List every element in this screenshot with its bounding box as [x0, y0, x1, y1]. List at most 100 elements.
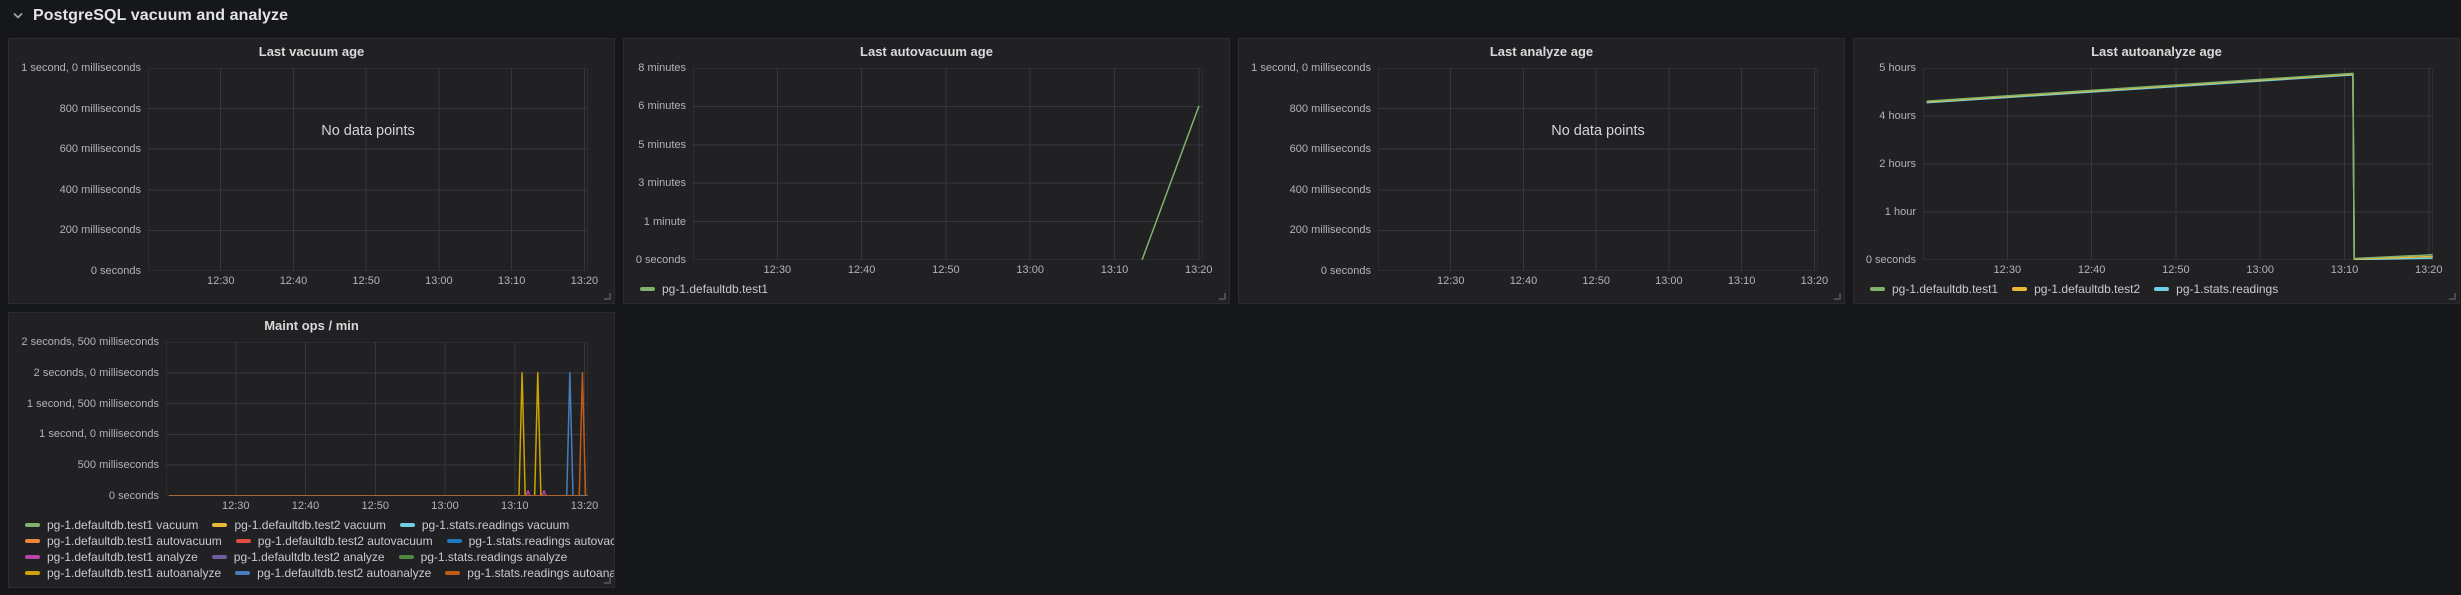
legend-item-pg-1-defaultdb-test2[interactable]: pg-1.defaultdb.test2: [2012, 282, 2140, 296]
legend-item-pg-1-defaultdb-test2-autoanalyze[interactable]: pg-1.defaultdb.test2 autoanalyze: [235, 566, 431, 580]
x-axis-tick-label: 12:50: [932, 264, 960, 276]
x-axis: 12:3012:4012:5013:0013:1013:20: [1923, 260, 2433, 279]
legend-color-swatch: [447, 539, 462, 543]
legend-label: pg-1.defaultdb.test1 autovacuum: [47, 534, 222, 548]
series-line-pg-1-defaultdb-test2: [1927, 74, 2432, 259]
legend-label: pg-1.defaultdb.test1 analyze: [47, 550, 198, 564]
x-axis-tick-label: 13:20: [1185, 264, 1213, 276]
row-title[interactable]: PostgreSQL vacuum and analyze: [33, 7, 288, 25]
y-axis-tick-label: 0 seconds: [1866, 254, 1916, 266]
legend-item-pg-1-stats-readings-autoanalyze[interactable]: pg-1.stats.readings autoanalyze: [445, 566, 615, 580]
x-axis-tick-label: 13:20: [571, 275, 599, 287]
x-axis-tick-label: 13:10: [501, 500, 529, 512]
y-axis-tick-label: 0 seconds: [109, 490, 159, 502]
legend-label: pg-1.defaultdb.test1 vacuum: [47, 518, 198, 532]
legend-item-pg-1-defaultdb-test2-analyze[interactable]: pg-1.defaultdb.test2 analyze: [212, 550, 385, 564]
legend-label: pg-1.stats.readings analyze: [421, 550, 568, 564]
chart-plot-area[interactable]: No data points: [1378, 68, 1818, 271]
chart-plot-area[interactable]: No data points: [148, 68, 588, 271]
panel-header[interactable]: Last autoanalyze age: [1854, 39, 2459, 64]
y-axis: 2 seconds, 500 milliseconds2 seconds, 0 …: [19, 342, 166, 496]
chart-plot-area[interactable]: [166, 342, 588, 496]
legend-color-swatch: [25, 571, 40, 575]
panel-header[interactable]: Last analyze age: [1239, 39, 1844, 64]
y-axis-tick-label: 0 seconds: [636, 254, 686, 266]
series-line-pg-1-stats-readings: [1927, 75, 2432, 260]
panel-header[interactable]: Last autovacuum age: [624, 39, 1229, 64]
y-axis-tick-label: 8 minutes: [638, 62, 686, 74]
chart-plot-area[interactable]: [1923, 68, 2433, 260]
y-axis-tick-label: 5 minutes: [638, 139, 686, 151]
x-axis: 12:3012:4012:5013:0013:1013:20: [1378, 271, 1818, 290]
legend: pg-1.defaultdb.test1: [624, 279, 1229, 303]
legend-item-pg-1-defaultdb-test1[interactable]: pg-1.defaultdb.test1: [1870, 282, 1998, 296]
legend-color-swatch: [2012, 287, 2027, 291]
x-axis-tick-label: 13:00: [2246, 264, 2274, 276]
legend-item-pg-1-defaultdb-test1-autovacuum[interactable]: pg-1.defaultdb.test1 autovacuum: [25, 534, 222, 548]
y-axis-tick-label: 1 minute: [644, 216, 686, 228]
legend-color-swatch: [2154, 287, 2169, 291]
y-axis-tick-label: 1 hour: [1885, 206, 1916, 218]
panel-resize-handle[interactable]: [604, 577, 611, 584]
y-axis-tick-label: 500 milliseconds: [78, 459, 159, 471]
legend-item-pg-1-defaultdb-test1-vacuum[interactable]: pg-1.defaultdb.test1 vacuum: [25, 518, 198, 532]
panel-resize-handle[interactable]: [1834, 293, 1841, 300]
chart-plot-area[interactable]: [693, 68, 1203, 260]
panel-last-autovacuum-age: Last autovacuum age8 minutes 6 minutes 5 m…: [623, 38, 1230, 304]
legend-item-pg-1-stats-readings-analyze[interactable]: pg-1.stats.readings analyze: [399, 550, 568, 564]
x-axis-tick-label: 13:20: [571, 500, 599, 512]
x-axis-tick-label: 13:00: [425, 275, 453, 287]
panel-title: Last analyze age: [1490, 44, 1593, 59]
legend-item-pg-1-defaultdb-test2-autovacuum[interactable]: pg-1.defaultdb.test2 autovacuum: [236, 534, 433, 548]
panel-header[interactable]: Last vacuum age: [9, 39, 614, 64]
panel-resize-handle[interactable]: [1219, 293, 1226, 300]
y-axis-tick-label: 1 second, 500 milliseconds: [27, 398, 159, 410]
y-axis-tick-label: 4 hours: [1879, 110, 1916, 122]
legend-item-pg-1-stats-readings[interactable]: pg-1.stats.readings: [2154, 282, 2278, 296]
plot-row: 8 minutes6 minutes5 minutes3 minutes1 mi…: [624, 64, 1229, 260]
chart-canvas: [166, 342, 588, 496]
panel-header[interactable]: Maint ops / min: [9, 313, 614, 338]
legend-item-pg-1-stats-readings-autovacuum[interactable]: pg-1.stats.readings autovacuum: [447, 534, 615, 548]
x-axis-tick-label: 13:10: [1728, 275, 1756, 287]
x-axis-tick-label: 12:50: [2162, 264, 2190, 276]
x-axis-tick-label: 12:40: [848, 264, 876, 276]
legend-color-swatch: [25, 539, 40, 543]
y-axis-tick-label: 200 milliseconds: [60, 224, 141, 236]
legend-item-pg-1-defaultdb-test1-autoanalyze[interactable]: pg-1.defaultdb.test1 autoanalyze: [25, 566, 221, 580]
legend-label: pg-1.defaultdb.test2 analyze: [234, 550, 385, 564]
legend-label: pg-1.stats.readings: [2176, 282, 2278, 296]
panel-resize-handle[interactable]: [604, 293, 611, 300]
y-axis-tick-label: 1 second, 0 milliseconds: [1251, 62, 1371, 74]
legend-item-pg-1-defaultdb-test1[interactable]: pg-1.defaultdb.test1: [640, 282, 768, 296]
legend-row: pg-1.defaultdb.test1 vacuum pg-1.defaultd…: [25, 518, 606, 532]
legend-item-pg-1-defaultdb-test2-vacuum[interactable]: pg-1.defaultdb.test2 vacuum: [212, 518, 385, 532]
x-axis-tick-label: 13:00: [1655, 275, 1683, 287]
legend-item-pg-1-defaultdb-test1-analyze[interactable]: pg-1.defaultdb.test1 analyze: [25, 550, 198, 564]
dashboard-row-header[interactable]: PostgreSQL vacuum and analyze: [0, 0, 2461, 32]
legend-color-swatch: [212, 555, 227, 559]
legend-color-swatch: [236, 539, 251, 543]
x-axis: 12:3012:4012:5013:0013:1013:20: [693, 260, 1203, 279]
chevron-down-icon[interactable]: [10, 8, 26, 24]
y-axis-tick-label: 1 second, 0 milliseconds: [21, 62, 141, 74]
x-axis-tick-label: 13:10: [1101, 264, 1129, 276]
y-axis: 8 minutes6 minutes5 minutes3 minutes1 mi…: [634, 68, 693, 260]
x-axis-tick-label: 13:10: [2331, 264, 2359, 276]
y-axis-tick-label: 1 second, 0 milliseconds: [39, 428, 159, 440]
plot-row: 1 second, 0 milliseconds800 milliseconds…: [9, 64, 614, 271]
legend-color-swatch: [1870, 287, 1885, 291]
panel-resize-handle[interactable]: [2449, 293, 2456, 300]
y-axis-tick-label: 6 minutes: [638, 100, 686, 112]
x-axis-tick-label: 12:40: [280, 275, 308, 287]
legend-label: pg-1.defaultdb.test1 autoanalyze: [47, 566, 221, 580]
x-axis-tick-label: 12:50: [352, 275, 380, 287]
chart-canvas: [693, 68, 1203, 260]
panel-title: Maint ops / min: [264, 318, 359, 333]
legend-item-pg-1-stats-readings-vacuum[interactable]: pg-1.stats.readings vacuum: [400, 518, 569, 532]
series-line-pg-1-defaultdb-test1: [1927, 73, 2432, 258]
x-axis-tick-label: 12:40: [292, 500, 320, 512]
legend: [1239, 290, 1844, 303]
legend-color-swatch: [399, 555, 414, 559]
legend-color-swatch: [400, 523, 415, 527]
